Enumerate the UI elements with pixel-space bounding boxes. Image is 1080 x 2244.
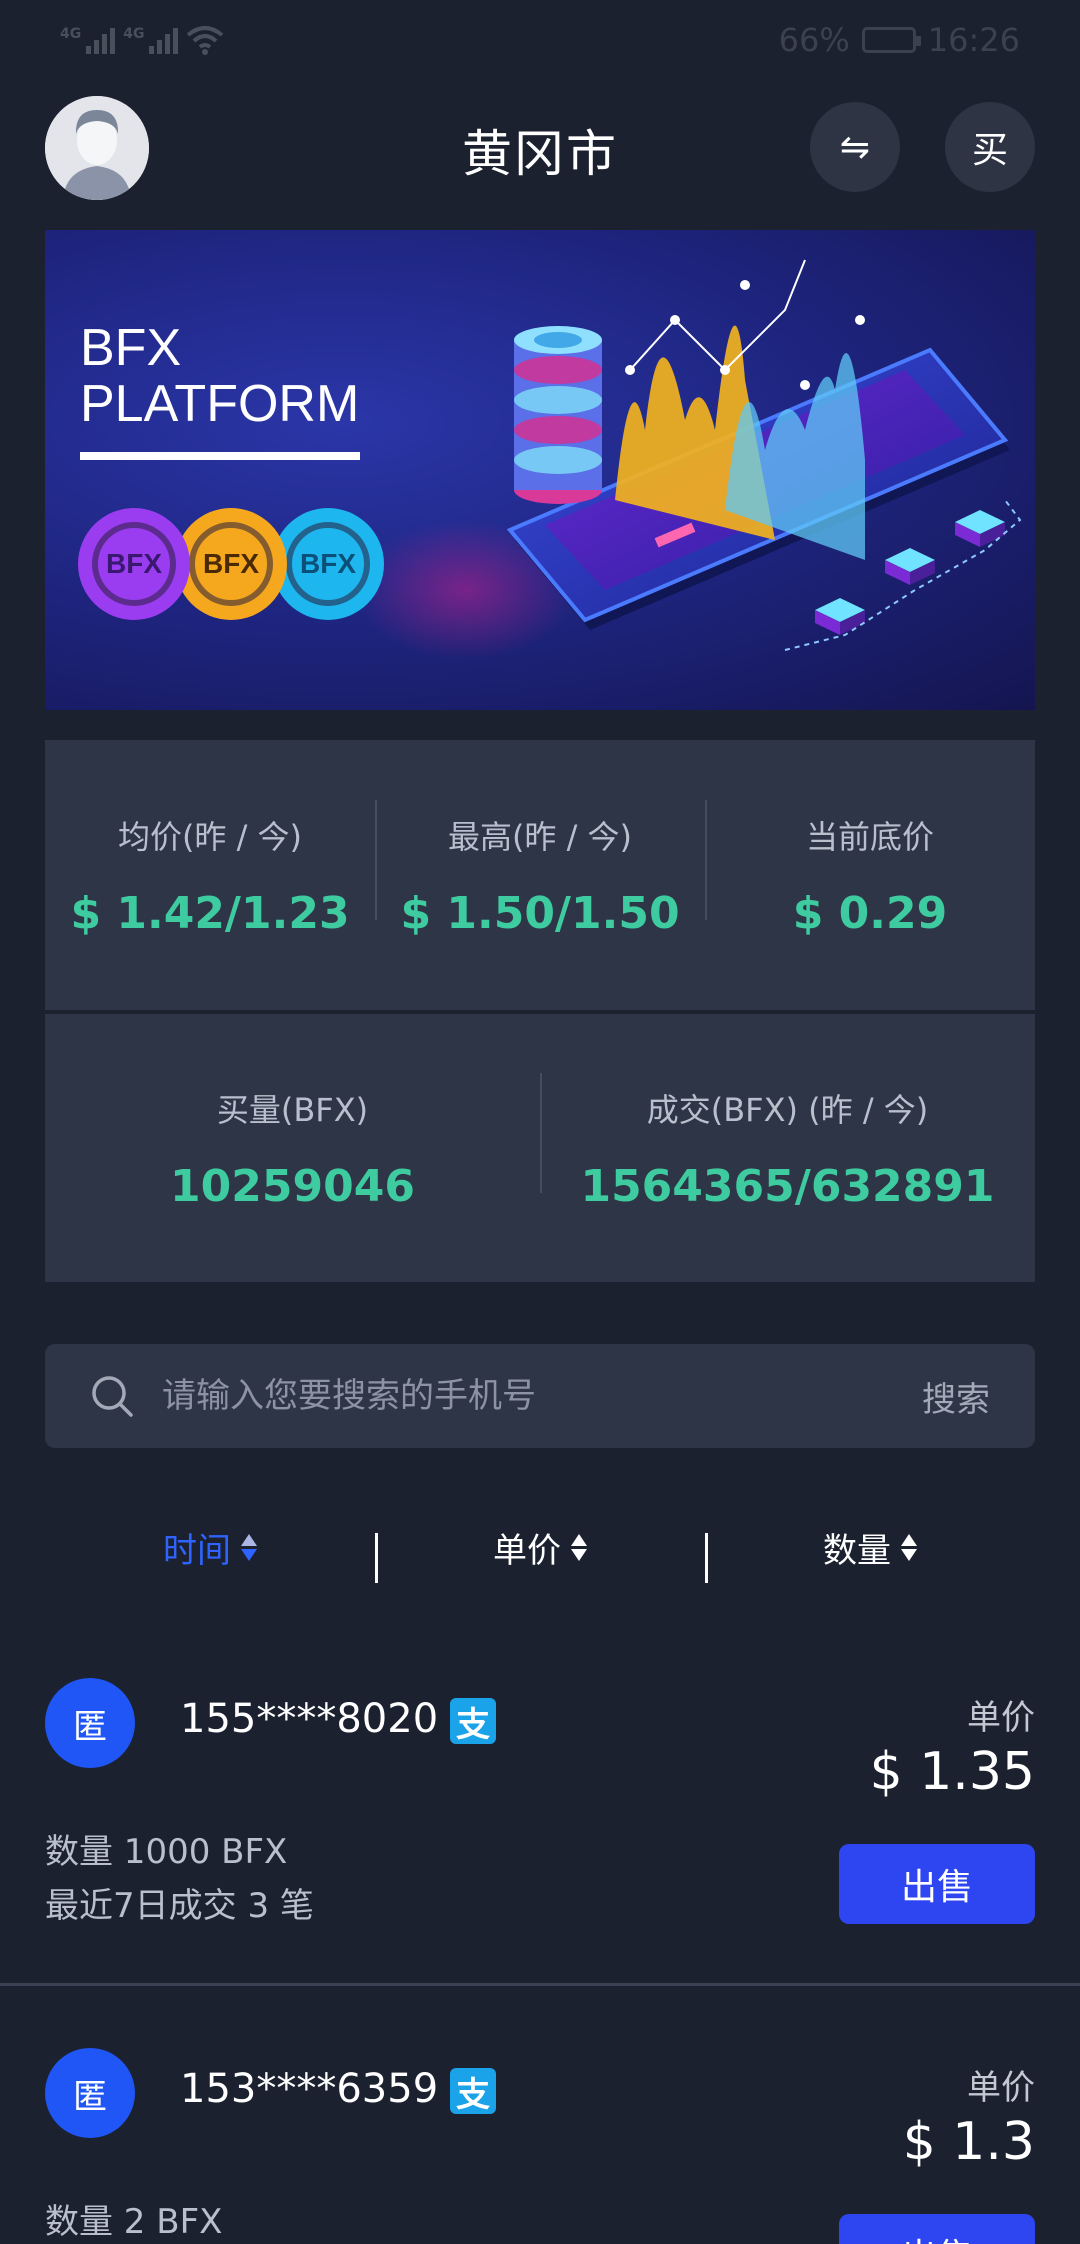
- signal-icon: 4G: [60, 26, 116, 54]
- status-right: 66% 16:26: [779, 21, 1020, 59]
- unit-price-label: 单价: [967, 1698, 1035, 1738]
- recent-deals: 最近7日成交 3 笔: [45, 1886, 314, 1926]
- stat-label: 成交(BFX) (昨 / 今): [646, 1090, 929, 1129]
- wifi-icon: [187, 26, 224, 55]
- clock: 16:26: [927, 21, 1020, 59]
- unit-price-label: 单价: [967, 2068, 1035, 2108]
- alipay-icon: 支: [450, 2068, 496, 2115]
- sort-by-quantity[interactable]: 数量: [705, 1523, 1035, 1583]
- swap-icon: ⇋: [839, 126, 871, 168]
- swap-button[interactable]: ⇋: [810, 102, 900, 192]
- sort-by-time[interactable]: 时间: [45, 1523, 375, 1572]
- bfx-coin-purple: BFX: [78, 508, 190, 620]
- alipay-icon: 支: [450, 1698, 496, 1745]
- stat-buy-volume: 买量(BFX) 10259046: [45, 1085, 540, 1212]
- phone-search-input[interactable]: [162, 1376, 922, 1416]
- stat-label: 当前底价: [805, 817, 934, 856]
- stat-label: 均价(昨 / 今): [117, 817, 303, 856]
- stat-label: 最高(昨 / 今): [447, 817, 633, 856]
- volume-stats: 买量(BFX) 10259046 成交(BFX) (昨 / 今) 1564365…: [45, 1014, 1035, 1282]
- listing-quantity: 数量 2 BFX: [45, 2202, 223, 2242]
- stat-deal-volume: 成交(BFX) (昨 / 今) 1564365/632891: [540, 1072, 1035, 1212]
- listing-quantity: 数量 1000 BFX: [45, 1832, 288, 1872]
- anonymous-avatar: 匿: [45, 1678, 135, 1768]
- sell-button[interactable]: 出售: [839, 2214, 1035, 2244]
- battery-icon: [861, 27, 921, 53]
- sort-arrows-icon: [901, 1533, 917, 1561]
- price-stats: 均价(昨 / 今) $ 1.42/1.23 最高(昨 / 今) $ 1.50/1…: [45, 740, 1035, 1010]
- seller-phone: 155****8020: [180, 1696, 439, 1742]
- search-icon: [92, 1376, 133, 1417]
- list-item: 匿 155****8020 支 单价 $ 1.35 数量 1000 BFX 最近…: [0, 1660, 1080, 1986]
- stat-value: 10259046: [170, 1160, 415, 1212]
- network-type-2: 4G: [123, 26, 145, 42]
- status-left: 4G 4G: [60, 25, 224, 55]
- sell-button[interactable]: 出售: [839, 1844, 1035, 1924]
- anonymous-avatar: 匿: [45, 2048, 135, 2138]
- battery-percent: 66%: [778, 21, 850, 59]
- status-bar: 4G 4G 66% 16:26: [0, 0, 1080, 80]
- promo-banner[interactable]: BFX PLATFORM BFX BFX BFX: [45, 230, 1035, 710]
- sort-label: 单价: [493, 1530, 561, 1571]
- page-title: 黄冈市: [462, 125, 618, 183]
- search-bar: 搜索: [45, 1344, 1035, 1448]
- buy-button[interactable]: 买: [945, 102, 1035, 192]
- stat-value: $ 1.50/1.50: [400, 887, 680, 939]
- stat-avg-price: 均价(昨 / 今) $ 1.42/1.23: [45, 812, 375, 939]
- stat-label: 买量(BFX): [216, 1090, 369, 1129]
- unit-price-value: $ 1.3: [902, 2112, 1035, 2172]
- bfx-coin-cyan: BFX: [272, 508, 384, 620]
- banner-illustration: [355, 259, 1022, 660]
- search-button[interactable]: 搜索: [922, 1372, 990, 1421]
- bfx-coin-orange: BFX: [175, 508, 287, 620]
- coin-stack-icon: [514, 326, 602, 504]
- unit-price-value: $ 1.35: [869, 1742, 1035, 1802]
- sort-by-unit-price[interactable]: 单价: [375, 1523, 705, 1583]
- signal-icon-2: 4G: [123, 26, 179, 54]
- stat-value: $ 0.29: [792, 887, 948, 939]
- sort-label: 时间: [163, 1530, 231, 1571]
- stat-high-price: 最高(昨 / 今) $ 1.50/1.50: [375, 799, 705, 939]
- app-header: 黄冈市 ⇋ 买: [0, 92, 1080, 204]
- stat-floor-price: 当前底价 $ 0.29: [705, 799, 1035, 939]
- sort-arrows-icon: [241, 1533, 257, 1561]
- network-type-1: 4G: [60, 26, 82, 42]
- sort-arrows-icon: [571, 1533, 587, 1561]
- stat-value: 1564365/632891: [580, 1160, 995, 1212]
- sort-bar: 时间 单价 数量: [45, 1512, 1035, 1583]
- seller-phone: 153****6359: [180, 2066, 439, 2112]
- stat-value: $ 1.42/1.23: [70, 887, 350, 939]
- sort-label: 数量: [823, 1530, 891, 1571]
- list-item: 匿 153****6359 支 单价 $ 1.3 数量 2 BFX 出售: [0, 2030, 1080, 2244]
